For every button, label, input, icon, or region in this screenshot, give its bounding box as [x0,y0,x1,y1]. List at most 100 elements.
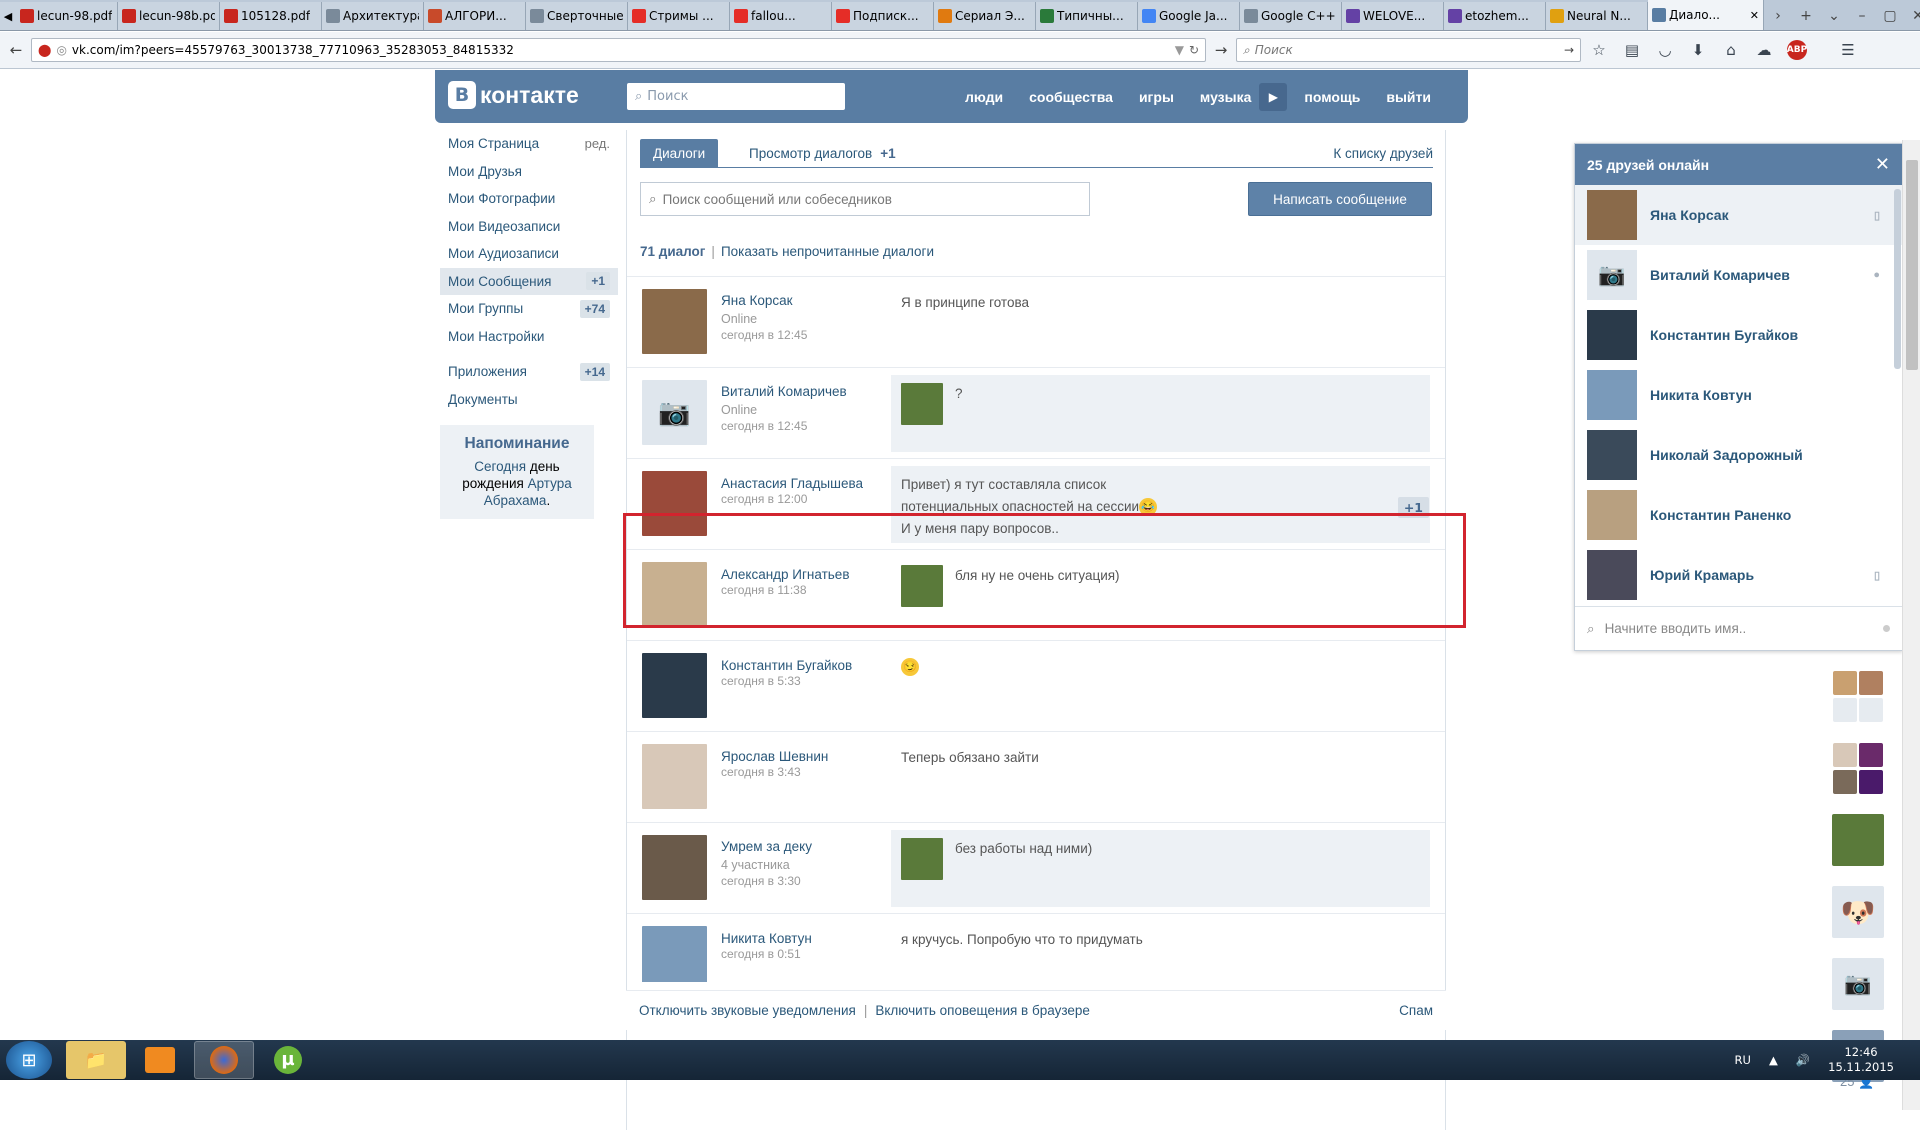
online-friend-item[interactable]: Никита Ковтун [1575,365,1902,425]
browser-tab[interactable]: fallou... [730,2,832,30]
clock[interactable]: 12:46 15.11.2015 [1828,1045,1894,1075]
avatar[interactable] [642,835,707,900]
camera-icon[interactable]: 📷 [1832,958,1884,1010]
browser-tab[interactable]: Типичны... [1036,2,1138,30]
dialog-row[interactable]: Константин Бугайков сегодня в 5:33 😏 [627,640,1445,731]
browser-tab[interactable]: Диало... ✕ [1648,0,1764,30]
nav-logout[interactable]: выйти [1373,89,1444,105]
online-friend-item[interactable]: Константин Раненко [1575,485,1902,545]
dropdown-arrow-icon[interactable]: ▼ [1175,43,1184,57]
dialog-name[interactable]: Никита Ковтун [721,931,812,946]
browser-tab[interactable]: 105128.pdf [220,2,322,30]
mini-chat-avatar[interactable] [1832,814,1884,866]
tray-expand-icon[interactable]: ▲ [1769,1053,1778,1067]
dialog-preview[interactable]: Теперь обязано зайти [891,739,1430,816]
nav-people[interactable]: люди [952,89,1016,105]
show-unread-link[interactable]: Показать непрочитанные диалоги [721,244,934,259]
browser-tab[interactable]: etozhem... [1444,2,1546,30]
dialog-name[interactable]: Яна Корсак [721,293,793,308]
browser-tab[interactable]: Google Ja... [1138,2,1240,30]
sidebar-item[interactable]: Документы [440,386,618,414]
menu-hamburger-icon[interactable]: ☰ [1833,38,1863,62]
spam-link[interactable]: Спам [1399,1003,1433,1018]
sidebar-item[interactable]: Мои Аудиозаписи [440,240,618,268]
sidebar-item[interactable]: Приложения +14 [440,358,618,386]
utorrent-icon[interactable]: µ [258,1041,318,1079]
reminder-today-link[interactable]: Сегодня [474,459,526,474]
online-friend-item[interactable]: Яна Корсак ▯ [1575,185,1902,245]
dialog-name[interactable]: Умрем за деку [721,839,812,854]
dog-avatar-icon[interactable]: 🐶 [1832,886,1884,938]
browser-tab[interactable]: Сериал Э... [934,2,1036,30]
mini-chat-group[interactable] [1832,742,1884,794]
online-friend-item[interactable]: 📷 Виталий Комаричев ● [1575,245,1902,305]
dialog-row[interactable]: Умрем за деку 4 участника сегодня в 3:30 бе… [627,822,1445,913]
nav-help[interactable]: помощь [1291,89,1373,105]
sidebar-item[interactable]: Моя Страница ред. [440,130,618,158]
browser-tab[interactable]: Стримы ... [628,2,730,30]
avatar[interactable] [642,289,707,354]
dialog-name[interactable]: Константин Бугайков [721,658,852,673]
online-friends-search[interactable]: ⌕ Начните вводить имя.. [1575,606,1902,650]
search-go-icon[interactable]: → [1564,43,1574,57]
avatar[interactable] [642,653,707,718]
minimize-window-button[interactable]: – [1848,2,1876,30]
browser-tab[interactable]: WELOVE... [1342,2,1444,30]
edit-link[interactable]: ред. [585,136,610,151]
sidebar-item[interactable]: Мои Настройки [440,323,618,351]
dialog-row[interactable]: Никита Ковтун сегодня в 0:51 я кручусь. По… [627,913,1445,982]
avatar[interactable] [642,744,707,809]
site-identity-icon[interactable]: ⬤ [38,43,51,57]
scrollbar-thumb[interactable] [1906,160,1918,370]
disable-sound-link[interactable]: Отключить звуковые уведомления [639,1003,856,1018]
dialog-name[interactable]: Ярослав Шевнин [721,749,828,764]
browser-tab[interactable]: Google C++ ... [1240,2,1342,30]
nav-music[interactable]: музыка [1187,89,1259,105]
url-text[interactable]: vk.com/im?peers=45579763_30013738_777109… [72,43,1170,57]
browser-tab[interactable]: Подписк... [832,2,934,30]
dialog-preview[interactable]: я кручусь. Попробую что то придумать [891,921,1430,982]
bookmark-star-icon[interactable]: ☆ [1584,38,1614,62]
online-friend-item[interactable]: Константин Бугайков [1575,305,1902,365]
sidebar-item[interactable]: Мои Фотографии [440,185,618,213]
browser-tab[interactable]: lecun-98b.pdf [118,2,220,30]
browser-tab[interactable]: АЛГОРИ... [424,2,526,30]
online-list-scrollbar[interactable] [1894,189,1901,369]
avatar[interactable] [642,926,707,982]
sidebar-item[interactable]: Мои Друзья [440,158,618,186]
dialog-row[interactable]: Анастасия Гладышева сегодня в 12:00 Привет… [627,458,1445,549]
browser-tab[interactable]: lecun-98.pdf [16,2,118,30]
close-icon[interactable]: ✕ [1875,154,1890,175]
reload-icon[interactable]: ↻ [1189,43,1199,57]
browser-tab[interactable]: Сверточные ... [526,2,628,30]
enable-browser-notifications-link[interactable]: Включить оповещения в браузере [875,1003,1090,1018]
vk-search-input[interactable]: ⌕ Поиск [627,83,845,110]
volume-icon[interactable]: 🔊 [1796,1053,1810,1067]
vk-logo[interactable]: В контакте [448,81,579,109]
page-scrollbar[interactable] [1902,140,1920,1110]
tab-dialogs[interactable]: Диалоги [640,139,719,168]
adblock-icon[interactable]: ABP [1782,38,1812,62]
message-search-input[interactable]: ⌕ Поиск сообщений или собеседников [640,182,1090,216]
tab-close-icon[interactable]: ✕ [1750,9,1759,22]
avatar[interactable] [642,471,707,536]
sidebar-item[interactable]: Мои Группы +74 [440,295,618,323]
browser-tab[interactable]: Архитектура ... [322,2,424,30]
back-icon[interactable]: ← [4,38,28,62]
dialog-row[interactable]: Яна Корсак Online сегодня в 12:45 Я в принц… [627,276,1445,367]
tab-list-button[interactable]: ⌄ [1820,2,1848,30]
dialog-preview[interactable]: ? [891,375,1430,452]
camera-icon[interactable]: 📷 [642,380,707,445]
dialog-preview[interactable]: 😏 [891,648,1430,725]
online-friend-item[interactable]: Николай Задорожный [1575,425,1902,485]
restore-window-button[interactable]: ▢ [1876,2,1904,30]
bookmarks-menu-icon[interactable]: ▤ [1617,38,1647,62]
browser-search-input[interactable]: ⌕ Поиск → [1236,38,1581,62]
tab-scroll-right-button[interactable]: › [1764,2,1792,30]
pocket-icon[interactable]: ◡ [1650,38,1680,62]
browser-tab[interactable]: Neural N... [1546,2,1648,30]
friends-list-link[interactable]: К списку друзей [1333,139,1433,168]
download-icon[interactable]: ⬇ [1683,38,1713,62]
dialog-name[interactable]: Александр Игнатьев [721,567,850,582]
dialog-name[interactable]: Виталий Комаричев [721,384,847,399]
